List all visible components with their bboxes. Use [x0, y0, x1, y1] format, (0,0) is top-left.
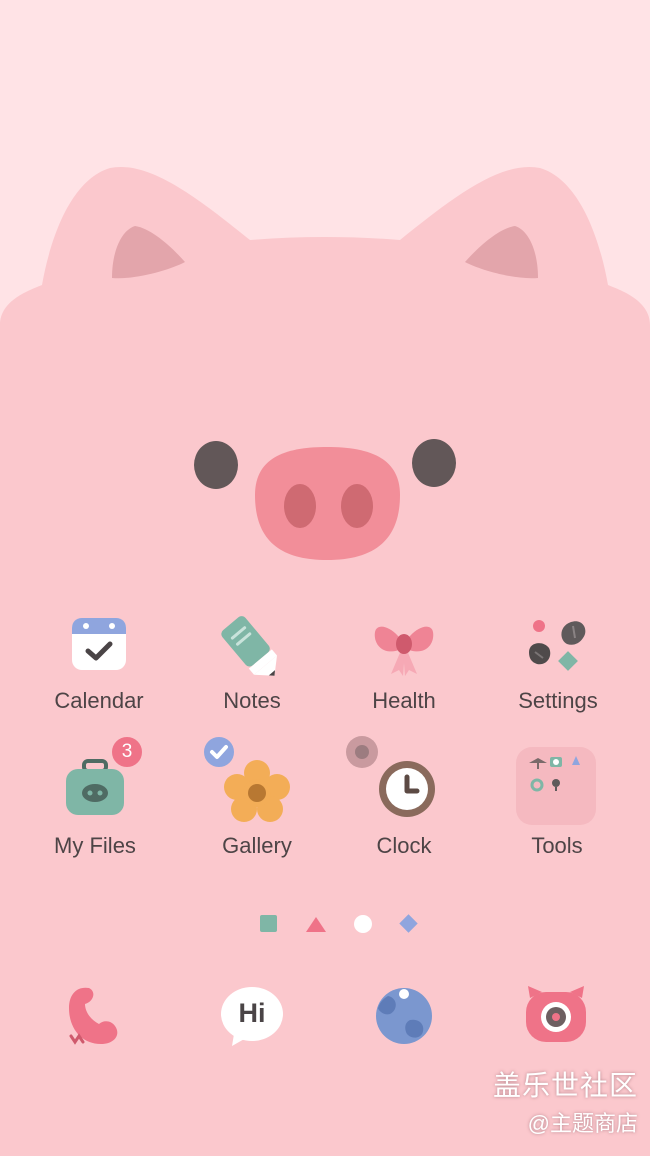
- app-label-calendar: Calendar: [54, 688, 144, 713]
- app-label-settings: Settings: [518, 688, 598, 713]
- page-dot-3-current[interactable]: [354, 915, 372, 933]
- dock-camera[interactable]: [516, 980, 596, 1060]
- bow-icon: [374, 626, 434, 676]
- checkmark-badge-icon: [202, 735, 236, 769]
- settings-icon: [529, 620, 586, 671]
- folder-icon: [516, 747, 596, 825]
- app-label-my-files: My Files: [54, 833, 136, 858]
- right-eye: [412, 439, 456, 487]
- pig-camera-icon: [526, 986, 586, 1042]
- hi-text: Hi: [238, 998, 266, 1028]
- watermark-line-2: @主题商店: [527, 1111, 638, 1136]
- briefcase-icon: [66, 759, 124, 815]
- left-eye: [194, 441, 238, 489]
- phone-icon: [69, 987, 118, 1045]
- status-dot-icon: [346, 736, 378, 768]
- app-label-clock: Clock: [376, 833, 432, 858]
- watermark-line-1: 盖乐世社区: [492, 1070, 638, 1101]
- dock-phone[interactable]: [55, 980, 135, 1060]
- app-clock[interactable]: Clock: [329, 736, 479, 889]
- notes-icon: [221, 616, 277, 676]
- app-health[interactable]: Health: [329, 614, 479, 744]
- app-label-notes: Notes: [223, 688, 281, 713]
- snout: [255, 447, 400, 560]
- page-dot-4[interactable]: [399, 914, 418, 933]
- page-dot-1[interactable]: [260, 915, 277, 932]
- globe-icon: [376, 988, 432, 1044]
- app-calendar[interactable]: Calendar: [24, 614, 174, 744]
- clock-icon: [379, 761, 435, 817]
- page-dot-2[interactable]: [306, 917, 326, 932]
- page-indicator: [260, 914, 418, 933]
- app-label-tools: Tools: [531, 833, 583, 858]
- dock-internet[interactable]: [364, 980, 444, 1060]
- notification-badge: 3: [110, 735, 144, 769]
- dock-messages[interactable]: Hi: [212, 980, 292, 1060]
- app-label-health: Health: [372, 688, 436, 713]
- app-my-files[interactable]: 3 My Files: [20, 735, 170, 889]
- app-notes[interactable]: Notes: [177, 614, 327, 744]
- app-label-gallery: Gallery: [222, 833, 292, 858]
- app-settings[interactable]: Settings: [483, 614, 633, 744]
- flower-icon: [224, 760, 290, 822]
- calendar-icon: [72, 618, 126, 670]
- app-gallery[interactable]: Gallery: [182, 735, 332, 889]
- folder-tools[interactable]: Tools: [482, 747, 632, 889]
